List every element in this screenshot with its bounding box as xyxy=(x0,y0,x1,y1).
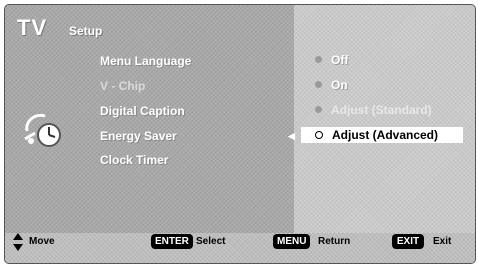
left-arrow-icon: ◀ xyxy=(288,131,295,141)
radio-icon xyxy=(315,56,322,64)
option-label: Adjust (Advanced) xyxy=(332,128,439,142)
move-hint: Move xyxy=(29,236,55,247)
exit-key-badge: EXIT xyxy=(392,234,424,249)
page-title: Setup xyxy=(69,24,103,38)
select-hint: Select xyxy=(196,236,226,247)
return-hint: Return xyxy=(318,236,351,247)
exit-hint: Exit xyxy=(433,236,452,247)
tv-osd-screen: TV Setup Menu Language V - Chip Digital … xyxy=(4,4,476,264)
clock-icon xyxy=(24,113,61,147)
menu-item-energy-saver[interactable]: Energy Saver xyxy=(100,129,177,143)
option-adjust-standard[interactable]: Adjust (Standard) xyxy=(315,102,432,118)
app-title: TV xyxy=(17,15,48,40)
option-on[interactable]: On xyxy=(315,77,348,93)
option-label: On xyxy=(331,78,348,92)
menu-item-clock-timer[interactable]: Clock Timer xyxy=(100,153,168,167)
option-off[interactable]: Off xyxy=(315,52,348,68)
up-down-arrow-icon xyxy=(13,233,23,251)
menu-item-digital-caption[interactable]: Digital Caption xyxy=(100,104,185,118)
radio-icon xyxy=(315,81,322,89)
radio-icon xyxy=(315,106,322,114)
options-panel xyxy=(294,5,475,233)
radio-selected-icon xyxy=(315,130,323,139)
option-label: Off xyxy=(331,53,349,67)
menu-key-badge: MENU xyxy=(273,234,311,249)
menu-item-menu-language[interactable]: Menu Language xyxy=(100,54,191,68)
enter-key-badge: ENTER xyxy=(151,234,193,249)
option-label: Adjust (Standard) xyxy=(331,103,432,117)
option-adjust-advanced[interactable]: Adjust (Advanced) xyxy=(301,127,463,143)
menu-item-v-chip[interactable]: V - Chip xyxy=(100,79,145,93)
